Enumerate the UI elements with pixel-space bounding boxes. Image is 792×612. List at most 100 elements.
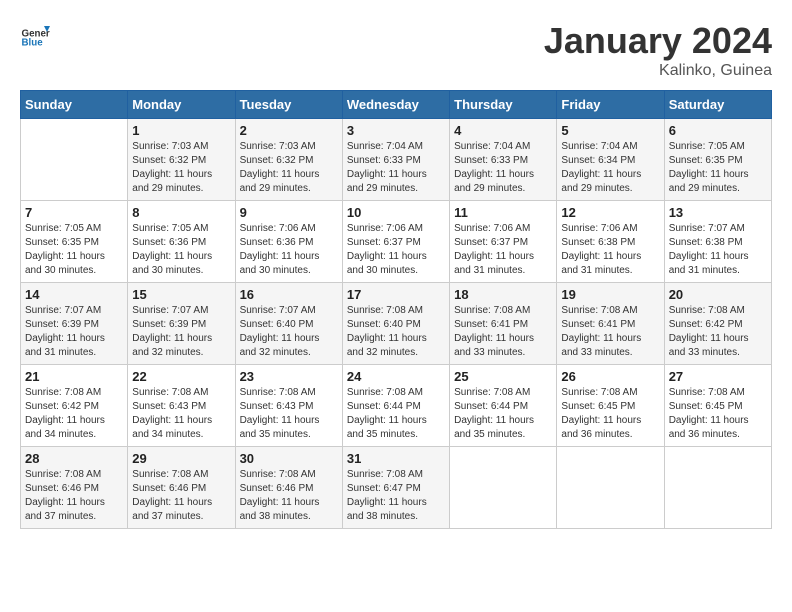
calendar-cell: 15Sunrise: 7:07 AM Sunset: 6:39 PM Dayli… xyxy=(128,283,235,365)
day-number: 7 xyxy=(25,205,123,220)
calendar-cell: 24 Sunrise: 7:08 AM Sunset: 6:44 PM Dayli… xyxy=(342,365,449,447)
day-detail: Sunrise: 7:08 AM Sunset: 6:42 PM Dayligh… xyxy=(669,304,767,360)
day-detail: Sunrise: 7:08 AM Sunset: 6:46 PM Dayligh… xyxy=(240,468,338,524)
day-detail: Sunrise: 7:08 AM Sunset: 6:43 PM Dayligh… xyxy=(240,386,338,442)
calendar-cell: 29Sunrise: 7:08 AM Sunset: 6:46 PM Dayli… xyxy=(128,447,235,529)
calendar-subtitle: Kalinko, Guinea xyxy=(544,62,772,80)
day-detail: Sunrise: 7:06 AM Sunset: 6:37 PM Dayligh… xyxy=(347,222,445,278)
calendar-cell: 28 Sunrise: 7:08 AM Sunset: 6:46 PM Dayli… xyxy=(21,447,128,529)
day-number: 1 xyxy=(132,123,230,138)
calendar-cell: 4 Sunrise: 7:04 AM Sunset: 6:33 PM Daylig… xyxy=(450,119,557,201)
calendar-cell: 19 Sunrise: 7:08 AM Sunset: 6:41 PM Dayli… xyxy=(557,283,664,365)
title-area: January 2024 Kalinko, Guinea xyxy=(544,20,772,80)
day-number: 24 xyxy=(347,369,445,384)
day-number: 4 xyxy=(454,123,552,138)
calendar-cell: 18Sunrise: 7:08 AM Sunset: 6:41 PM Dayli… xyxy=(450,283,557,365)
calendar-cell: 20 Sunrise: 7:08 AM Sunset: 6:42 PM Dayli… xyxy=(664,283,771,365)
day-number: 27 xyxy=(669,369,767,384)
header-sunday: Sunday xyxy=(21,91,128,119)
day-detail: Sunrise: 7:07 AM Sunset: 6:38 PM Dayligh… xyxy=(669,222,767,278)
day-detail: Sunrise: 7:08 AM Sunset: 6:44 PM Dayligh… xyxy=(347,386,445,442)
day-detail: Sunrise: 7:08 AM Sunset: 6:45 PM Dayligh… xyxy=(669,386,767,442)
calendar-cell: 25Sunrise: 7:08 AM Sunset: 6:44 PM Dayli… xyxy=(450,365,557,447)
day-detail: Sunrise: 7:08 AM Sunset: 6:44 PM Dayligh… xyxy=(454,386,552,442)
calendar-week-4: 21Sunrise: 7:08 AM Sunset: 6:42 PM Dayli… xyxy=(21,365,772,447)
day-number: 9 xyxy=(240,205,338,220)
day-detail: Sunrise: 7:08 AM Sunset: 6:40 PM Dayligh… xyxy=(347,304,445,360)
calendar-cell: 2 Sunrise: 7:03 AM Sunset: 6:32 PM Daylig… xyxy=(235,119,342,201)
calendar-cell: 3 Sunrise: 7:04 AM Sunset: 6:33 PM Daylig… xyxy=(342,119,449,201)
day-number: 28 xyxy=(25,451,123,466)
day-number: 14 xyxy=(25,287,123,302)
day-detail: Sunrise: 7:06 AM Sunset: 6:36 PM Dayligh… xyxy=(240,222,338,278)
calendar-cell: 11Sunrise: 7:06 AM Sunset: 6:37 PM Dayli… xyxy=(450,201,557,283)
day-number: 31 xyxy=(347,451,445,466)
day-number: 23 xyxy=(240,369,338,384)
day-detail: Sunrise: 7:06 AM Sunset: 6:38 PM Dayligh… xyxy=(561,222,659,278)
day-number: 15 xyxy=(132,287,230,302)
calendar-cell: 17 Sunrise: 7:08 AM Sunset: 6:40 PM Dayli… xyxy=(342,283,449,365)
day-number: 19 xyxy=(561,287,659,302)
calendar-cell: 26 Sunrise: 7:08 AM Sunset: 6:45 PM Dayli… xyxy=(557,365,664,447)
calendar-cell: 22Sunrise: 7:08 AM Sunset: 6:43 PM Dayli… xyxy=(128,365,235,447)
header-friday: Friday xyxy=(557,91,664,119)
day-number: 8 xyxy=(132,205,230,220)
day-detail: Sunrise: 7:08 AM Sunset: 6:46 PM Dayligh… xyxy=(25,468,123,524)
calendar-cell: 30 Sunrise: 7:08 AM Sunset: 6:46 PM Dayli… xyxy=(235,447,342,529)
header: General Blue January 2024 Kalinko, Guine… xyxy=(20,20,772,80)
day-number: 10 xyxy=(347,205,445,220)
header-tuesday: Tuesday xyxy=(235,91,342,119)
header-wednesday: Wednesday xyxy=(342,91,449,119)
day-detail: Sunrise: 7:05 AM Sunset: 6:35 PM Dayligh… xyxy=(25,222,123,278)
calendar-cell xyxy=(450,447,557,529)
day-number: 6 xyxy=(669,123,767,138)
day-number: 2 xyxy=(240,123,338,138)
day-detail: Sunrise: 7:05 AM Sunset: 6:36 PM Dayligh… xyxy=(132,222,230,278)
day-detail: Sunrise: 7:03 AM Sunset: 6:32 PM Dayligh… xyxy=(240,140,338,196)
calendar-cell: 9 Sunrise: 7:06 AM Sunset: 6:36 PM Daylig… xyxy=(235,201,342,283)
calendar-cell: 1Sunrise: 7:03 AM Sunset: 6:32 PM Daylig… xyxy=(128,119,235,201)
svg-text:Blue: Blue xyxy=(22,38,44,49)
calendar-cell xyxy=(664,447,771,529)
day-detail: Sunrise: 7:08 AM Sunset: 6:41 PM Dayligh… xyxy=(561,304,659,360)
calendar-title: January 2024 xyxy=(544,20,772,62)
day-detail: Sunrise: 7:08 AM Sunset: 6:45 PM Dayligh… xyxy=(561,386,659,442)
day-number: 16 xyxy=(240,287,338,302)
calendar-cell xyxy=(557,447,664,529)
calendar-week-1: 1 Sunrise: 7:03 AM Sunset: 6:32 PM Daylig… xyxy=(21,119,772,201)
day-number: 22 xyxy=(132,369,230,384)
logo: General Blue xyxy=(20,20,50,50)
calendar-week-5: 28 Sunrise: 7:08 AM Sunset: 6:46 PM Dayli… xyxy=(21,447,772,529)
calendar-cell: 31 Sunrise: 7:08 AM Sunset: 6:47 PM Dayli… xyxy=(342,447,449,529)
day-number: 30 xyxy=(240,451,338,466)
day-detail: Sunrise: 7:05 AM Sunset: 6:35 PM Dayligh… xyxy=(669,140,767,196)
calendar-cell: 23 Sunrise: 7:08 AM Sunset: 6:43 PM Dayli… xyxy=(235,365,342,447)
day-number: 17 xyxy=(347,287,445,302)
day-detail: Sunrise: 7:08 AM Sunset: 6:47 PM Dayligh… xyxy=(347,468,445,524)
calendar-table: SundayMondayTuesdayWednesdayThursdayFrid… xyxy=(20,90,772,529)
calendar-cell: 16 Sunrise: 7:07 AM Sunset: 6:40 PM Dayli… xyxy=(235,283,342,365)
day-number: 12 xyxy=(561,205,659,220)
calendar-week-3: 14 Sunrise: 7:07 AM Sunset: 6:39 PM Dayli… xyxy=(21,283,772,365)
day-number: 29 xyxy=(132,451,230,466)
day-detail: Sunrise: 7:07 AM Sunset: 6:39 PM Dayligh… xyxy=(25,304,123,360)
calendar-cell: 10 Sunrise: 7:06 AM Sunset: 6:37 PM Dayli… xyxy=(342,201,449,283)
day-number: 5 xyxy=(561,123,659,138)
calendar-cell: 27 Sunrise: 7:08 AM Sunset: 6:45 PM Dayli… xyxy=(664,365,771,447)
logo-icon: General Blue xyxy=(20,20,50,50)
calendar-header-row: SundayMondayTuesdayWednesdayThursdayFrid… xyxy=(21,91,772,119)
day-number: 26 xyxy=(561,369,659,384)
day-number: 3 xyxy=(347,123,445,138)
calendar-cell xyxy=(21,119,128,201)
day-detail: Sunrise: 7:07 AM Sunset: 6:40 PM Dayligh… xyxy=(240,304,338,360)
day-detail: Sunrise: 7:04 AM Sunset: 6:33 PM Dayligh… xyxy=(454,140,552,196)
day-detail: Sunrise: 7:04 AM Sunset: 6:33 PM Dayligh… xyxy=(347,140,445,196)
calendar-week-2: 7 Sunrise: 7:05 AM Sunset: 6:35 PM Daylig… xyxy=(21,201,772,283)
header-saturday: Saturday xyxy=(664,91,771,119)
day-detail: Sunrise: 7:04 AM Sunset: 6:34 PM Dayligh… xyxy=(561,140,659,196)
day-number: 21 xyxy=(25,369,123,384)
header-monday: Monday xyxy=(128,91,235,119)
day-number: 20 xyxy=(669,287,767,302)
calendar-cell: 21Sunrise: 7:08 AM Sunset: 6:42 PM Dayli… xyxy=(21,365,128,447)
calendar-cell: 12 Sunrise: 7:06 AM Sunset: 6:38 PM Dayli… xyxy=(557,201,664,283)
